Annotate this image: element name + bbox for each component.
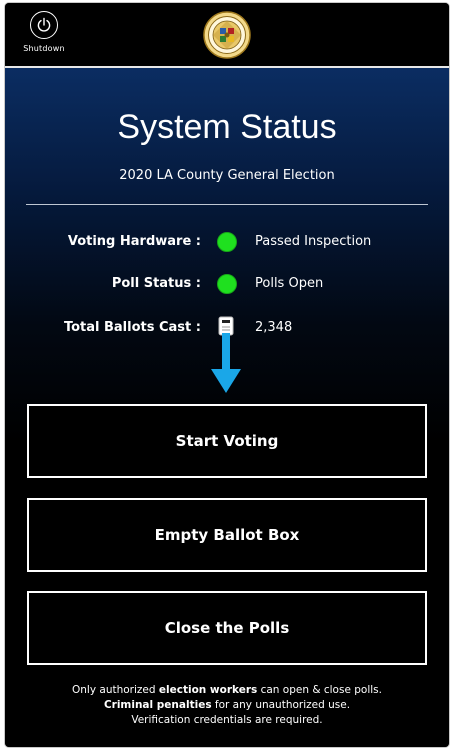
close-polls-button[interactable]: Close the Polls (27, 591, 427, 665)
notice-text: for any unauthorized use. (211, 699, 351, 711)
green-status-dot (217, 232, 237, 252)
notice-text: Only authorized (72, 684, 159, 696)
status-row-voting-hardware: Voting Hardware : Passed Inspection (5, 232, 449, 254)
notice-text: can open & close polls. (257, 684, 382, 696)
status-panel: System Status 2020 LA County General Ele… (5, 68, 449, 747)
shutdown-button[interactable]: Shutdown (17, 11, 71, 61)
status-label: Voting Hardware : (67, 234, 201, 249)
page-title: System Status (117, 108, 337, 146)
county-seal-icon (203, 11, 251, 59)
notice-line-2: Criminal penalties for any unauthorized … (5, 698, 449, 713)
green-status-dot (217, 274, 237, 294)
status-label: Poll Status : (111, 276, 201, 291)
arrow-down-icon (211, 333, 241, 393)
notice-line-3: Verification credentials are required. (131, 714, 323, 726)
shutdown-label: Shutdown (23, 44, 65, 53)
status-value: Polls Open (255, 276, 324, 291)
empty-ballot-box-button[interactable]: Empty Ballot Box (27, 498, 427, 572)
voting-screen: Shutdown System Status 2020 LA County Ge… (5, 3, 449, 747)
top-bar: Shutdown (5, 3, 449, 68)
ballot-count: 2,348 (255, 320, 293, 335)
notice-emphasis: Criminal penalties (103, 699, 212, 711)
legal-notice: Only authorized election workers can ope… (5, 683, 449, 728)
status-row-poll-status: Poll Status : Polls Open (5, 274, 449, 296)
election-name: 2020 LA County General Election (119, 168, 335, 183)
notice-line-1: Only authorized election workers can ope… (5, 683, 449, 698)
power-icon (30, 11, 58, 39)
status-value: Passed Inspection (255, 234, 372, 249)
divider (26, 204, 428, 205)
status-label: Total Ballots Cast : (63, 320, 201, 335)
notice-emphasis: election workers (158, 684, 258, 696)
start-voting-button[interactable]: Start Voting (27, 404, 427, 478)
